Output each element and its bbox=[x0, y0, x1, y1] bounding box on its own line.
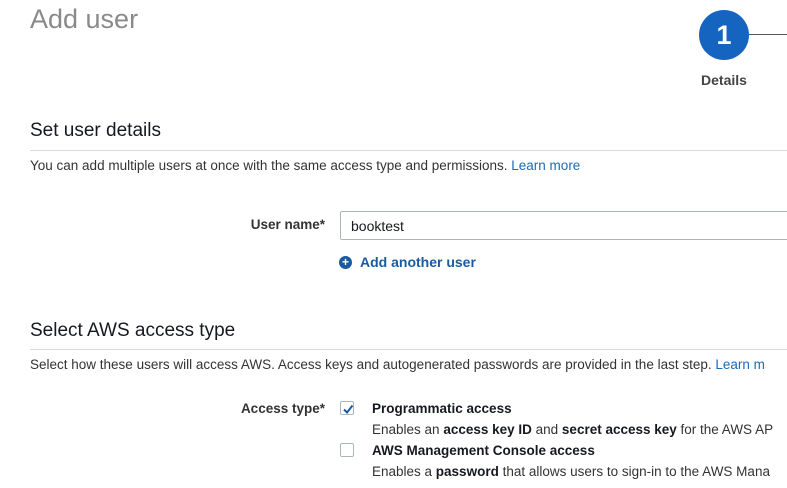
wizard-step-1[interactable]: 1 bbox=[699, 10, 749, 60]
section-title-user-details: Set user details bbox=[30, 120, 161, 141]
section-title-access-type: Select AWS access type bbox=[30, 320, 236, 341]
user-name-label: User name* bbox=[250, 217, 325, 232]
access-type-description-text: Select how these users will access AWS. … bbox=[30, 357, 712, 372]
learn-more-link[interactable]: Learn more bbox=[511, 158, 580, 173]
console-access-checkbox[interactable] bbox=[340, 443, 354, 457]
add-another-user-label: Add another user bbox=[360, 254, 476, 270]
page-title: Add user bbox=[30, 4, 139, 34]
desc-text: Enables an bbox=[372, 422, 444, 437]
programmatic-access-description: Enables an access key ID and secret acce… bbox=[372, 422, 773, 437]
console-access-description: Enables a password that allows users to … bbox=[372, 464, 770, 479]
desc-text: for the AWS AP bbox=[676, 422, 774, 437]
plus-circle-icon: + bbox=[339, 255, 352, 269]
wizard-step-label: Details bbox=[701, 72, 747, 88]
console-access-title: AWS Management Console access bbox=[372, 443, 595, 458]
user-name-input[interactable] bbox=[340, 211, 787, 240]
desc-bold: access key ID bbox=[443, 422, 532, 437]
desc-text: Enables a bbox=[372, 464, 436, 479]
access-type-description: Select how these users will access AWS. … bbox=[30, 357, 765, 372]
section-divider bbox=[30, 150, 787, 151]
learn-more-link[interactable]: Learn m bbox=[715, 357, 765, 372]
desc-text: and bbox=[531, 422, 562, 437]
user-details-description: You can add multiple users at once with … bbox=[30, 158, 580, 173]
checkmark-icon bbox=[343, 404, 354, 415]
access-type-label: Access type* bbox=[240, 401, 325, 416]
desc-bold: password bbox=[435, 464, 499, 479]
programmatic-access-checkbox[interactable] bbox=[340, 401, 354, 415]
desc-text: that allows users to sign-in to the AWS … bbox=[498, 464, 770, 479]
section-divider bbox=[30, 349, 787, 350]
desc-bold: secret access key bbox=[561, 422, 677, 437]
wizard-step-connector bbox=[749, 34, 787, 35]
add-another-user-button[interactable]: + Add another user bbox=[339, 254, 476, 270]
programmatic-access-title: Programmatic access bbox=[372, 401, 512, 416]
user-details-description-text: You can add multiple users at once with … bbox=[30, 158, 508, 173]
